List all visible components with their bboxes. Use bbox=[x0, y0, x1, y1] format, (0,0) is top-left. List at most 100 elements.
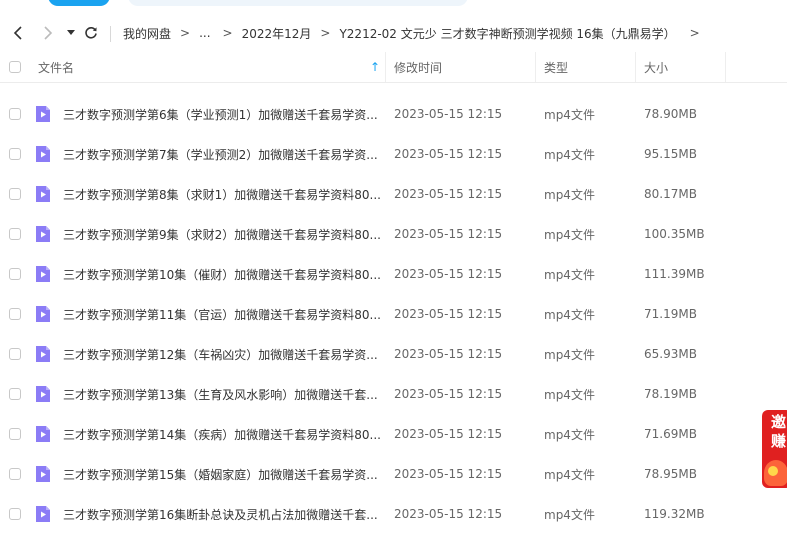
table-row[interactable]: 三才数字预测学第6集（学业预测1）加微赠送千套易学资... 2023-05-15… bbox=[0, 94, 787, 134]
table-row[interactable]: 三才数字预测学第10集（催财）加微赠送千套易学资料80... 2023-05-1… bbox=[0, 254, 787, 294]
video-file-icon bbox=[35, 374, 51, 414]
video-file-icon bbox=[35, 214, 51, 254]
breadcrumb-ellipsis[interactable]: ... bbox=[199, 26, 210, 40]
file-table-header: 文件名 ↑ 修改时间 类型 大小 bbox=[0, 52, 787, 83]
row-checkbox[interactable] bbox=[9, 134, 21, 174]
video-file-icon bbox=[35, 294, 51, 334]
file-modified-time: 2023-05-15 12:15 bbox=[394, 507, 503, 521]
row-checkbox[interactable] bbox=[9, 494, 21, 534]
table-row[interactable]: 三才数字预测学第14集（疾病）加微赠送千套易学资料80... 2023-05-1… bbox=[0, 414, 787, 454]
refresh-button[interactable] bbox=[82, 18, 100, 48]
top-tab-active[interactable] bbox=[48, 0, 110, 6]
file-name[interactable]: 三才数字预测学第13集（生育及风水影响）加微赠送千套... bbox=[63, 374, 381, 414]
file-type: mp4文件 bbox=[544, 107, 595, 122]
file-size: 78.95MB bbox=[644, 467, 697, 481]
video-file-icon bbox=[35, 174, 51, 214]
row-checkbox[interactable] bbox=[9, 214, 21, 254]
table-row[interactable]: 三才数字预测学第8集（求财1）加微赠送千套易学资料80... 2023-05-1… bbox=[0, 174, 787, 214]
column-divider bbox=[385, 52, 386, 82]
row-checkbox[interactable] bbox=[9, 414, 21, 454]
row-checkbox[interactable] bbox=[9, 374, 21, 414]
breadcrumb-separator: > bbox=[689, 26, 700, 40]
video-file-icon bbox=[35, 414, 51, 454]
file-type: mp4文件 bbox=[544, 227, 595, 242]
file-size: 95.15MB bbox=[644, 147, 697, 161]
sort-ascending-icon[interactable]: ↑ bbox=[370, 52, 380, 82]
top-search-bar[interactable] bbox=[128, 0, 468, 6]
row-checkbox[interactable] bbox=[9, 454, 21, 494]
table-row[interactable]: 三才数字预测学第7集（学业预测2）加微赠送千套易学资... 2023-05-15… bbox=[0, 134, 787, 174]
promo-badge[interactable]: 邀 赚 bbox=[762, 410, 787, 488]
file-modified-time: 2023-05-15 12:15 bbox=[394, 427, 503, 441]
breadcrumb-separator: > bbox=[320, 26, 331, 40]
refresh-icon bbox=[85, 26, 97, 39]
breadcrumb-separator: > bbox=[180, 26, 191, 40]
file-name[interactable]: 三才数字预测学第11集（官运）加微赠送千套易学资料80... bbox=[63, 294, 381, 334]
file-type: mp4文件 bbox=[544, 267, 595, 282]
file-type: mp4文件 bbox=[544, 187, 595, 202]
file-name[interactable]: 三才数字预测学第14集（疾病）加微赠送千套易学资料80... bbox=[63, 414, 381, 454]
file-modified-time: 2023-05-15 12:15 bbox=[394, 307, 503, 321]
row-checkbox[interactable] bbox=[9, 294, 21, 334]
column-divider bbox=[535, 52, 536, 82]
table-row[interactable]: 三才数字预测学第12集（车祸凶灾）加微赠送千套易学资... 2023-05-15… bbox=[0, 334, 787, 374]
file-name[interactable]: 三才数字预测学第6集（学业预测1）加微赠送千套易学资... bbox=[63, 94, 381, 134]
file-size: 65.93MB bbox=[644, 347, 697, 361]
file-name[interactable]: 三才数字预测学第8集（求财1）加微赠送千套易学资料80... bbox=[63, 174, 381, 214]
column-header-size[interactable]: 大小 bbox=[644, 52, 668, 82]
file-modified-time: 2023-05-15 12:15 bbox=[394, 387, 503, 401]
file-type: mp4文件 bbox=[544, 507, 595, 522]
column-header-name[interactable]: 文件名 bbox=[38, 52, 74, 82]
file-name[interactable]: 三才数字预测学第15集（婚姻家庭）加微赠送千套易学资... bbox=[63, 454, 381, 494]
row-checkbox[interactable] bbox=[9, 254, 21, 294]
breadcrumb-dec-2022[interactable]: 2022年12月 bbox=[242, 25, 312, 42]
row-checkbox[interactable] bbox=[9, 94, 21, 134]
table-row[interactable]: 三才数字预测学第11集（官运）加微赠送千套易学资料80... 2023-05-1… bbox=[0, 294, 787, 334]
promo-char-2: 赚 bbox=[771, 432, 787, 450]
file-name[interactable]: 三才数字预测学第12集（车祸凶灾）加微赠送千套易学资... bbox=[63, 334, 381, 374]
promo-char-1: 邀 bbox=[771, 413, 787, 431]
video-file-icon bbox=[35, 454, 51, 494]
file-size: 71.19MB bbox=[644, 307, 697, 321]
forward-button[interactable] bbox=[38, 18, 58, 48]
table-row[interactable]: 三才数字预测学第9集（求财2）加微赠送千套易学资料80... 2023-05-1… bbox=[0, 214, 787, 254]
file-type: mp4文件 bbox=[544, 307, 595, 322]
file-size: 78.90MB bbox=[644, 107, 697, 121]
video-file-icon bbox=[35, 134, 51, 174]
file-modified-time: 2023-05-15 12:15 bbox=[394, 267, 503, 281]
file-modified-time: 2023-05-15 12:15 bbox=[394, 467, 503, 481]
promo-decoration-glow bbox=[768, 466, 778, 476]
video-file-icon bbox=[35, 494, 51, 534]
file-name[interactable]: 三才数字预测学第7集（学业预测2）加微赠送千套易学资... bbox=[63, 134, 381, 174]
file-type: mp4文件 bbox=[544, 387, 595, 402]
chevron-right-icon bbox=[44, 26, 53, 40]
file-name[interactable]: 三才数字预测学第9集（求财2）加微赠送千套易学资料80... bbox=[63, 214, 381, 254]
file-name[interactable]: 三才数字预测学第10集（催财）加微赠送千套易学资料80... bbox=[63, 254, 381, 294]
breadcrumb-separator: > bbox=[222, 26, 233, 40]
column-divider bbox=[725, 52, 726, 82]
promo-badge-text: 邀 赚 bbox=[771, 413, 786, 451]
file-modified-time: 2023-05-15 12:15 bbox=[394, 347, 503, 361]
row-checkbox[interactable] bbox=[9, 174, 21, 214]
caret-down-icon bbox=[67, 30, 75, 35]
file-size: 78.19MB bbox=[644, 387, 697, 401]
file-size: 80.17MB bbox=[644, 187, 697, 201]
table-row[interactable]: 三才数字预测学第13集（生育及风水影响）加微赠送千套... 2023-05-15… bbox=[0, 374, 787, 414]
column-header-type[interactable]: 类型 bbox=[544, 52, 568, 82]
back-button[interactable] bbox=[8, 18, 28, 48]
table-row[interactable]: 三才数字预测学第15集（婚姻家庭）加微赠送千套易学资... 2023-05-15… bbox=[0, 454, 787, 494]
select-all-checkbox[interactable] bbox=[9, 52, 21, 82]
file-size: 119.32MB bbox=[644, 507, 705, 521]
column-header-modified[interactable]: 修改时间 bbox=[394, 52, 442, 82]
file-modified-time: 2023-05-15 12:15 bbox=[394, 187, 503, 201]
history-dropdown-button[interactable] bbox=[64, 18, 78, 48]
chevron-left-icon bbox=[13, 26, 22, 40]
breadcrumb-current-folder[interactable]: Y2212-02 文元少 三才数字神断预测学视频 16集（九鼎易学） bbox=[339, 25, 675, 42]
video-file-icon bbox=[35, 94, 51, 134]
file-size: 111.39MB bbox=[644, 267, 705, 281]
row-checkbox[interactable] bbox=[9, 334, 21, 374]
file-type: mp4文件 bbox=[544, 467, 595, 482]
table-row[interactable]: 三才数字预测学第16集断卦总诀及灵机占法加微赠送千套... 2023-05-15… bbox=[0, 494, 787, 534]
breadcrumb-my-drive[interactable]: 我的网盘 bbox=[123, 25, 171, 42]
file-name[interactable]: 三才数字预测学第16集断卦总诀及灵机占法加微赠送千套... bbox=[63, 494, 381, 534]
